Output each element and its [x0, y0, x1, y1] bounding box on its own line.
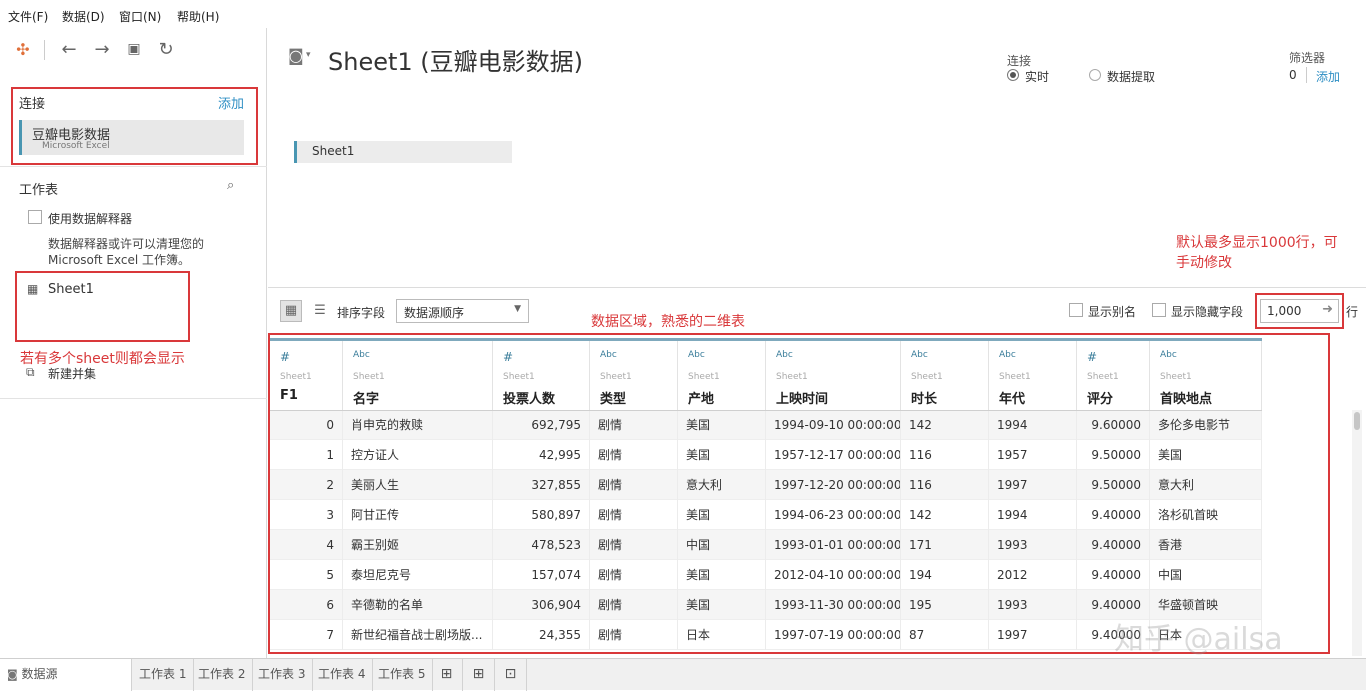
sort-value: 数据源顺序: [404, 306, 465, 320]
grid-view-icon[interactable]: ▦: [280, 300, 302, 322]
canvas-table-label: Sheet1: [312, 144, 355, 158]
connection-type: Microsoft Excel: [42, 141, 110, 151]
new-story-icon[interactable]: ⊡: [495, 659, 527, 691]
union-icon: ⧉: [26, 365, 35, 379]
new-dashboard-icon[interactable]: ⊞: [463, 659, 495, 691]
worksheet-title: 工作表: [19, 183, 59, 198]
annotation-box-grid: [268, 333, 1330, 654]
tab-sheet-2[interactable]: 工作表 2: [191, 659, 254, 691]
connection-mode-label: 连接: [1007, 54, 1032, 68]
show-hidden-checkbox[interactable]: [1152, 303, 1166, 317]
rows-unit: 行: [1346, 305, 1359, 319]
show-hidden-label: 显示隐藏字段: [1171, 305, 1244, 319]
interpreter-desc-1: 数据解释器或许可以清理您的: [48, 237, 205, 251]
table-icon: ▦: [27, 282, 39, 296]
canvas-table[interactable]: Sheet1: [294, 141, 512, 163]
watermark: 知乎 @ailsa: [1114, 622, 1283, 657]
connection-item[interactable]: 豆瓣电影数据 Microsoft Excel: [19, 120, 244, 155]
datasource-icon: ◙: [7, 668, 18, 681]
scrollbar-thumb[interactable]: [1354, 412, 1360, 430]
refresh-icon[interactable]: ↻: [155, 38, 177, 60]
annotation-rows-1: 默认最多显示1000行，可: [1176, 235, 1338, 251]
divider: [1306, 67, 1307, 83]
tab-sheet-4[interactable]: 工作表 4: [311, 659, 374, 691]
show-alias-label: 显示别名: [1088, 305, 1137, 319]
search-icon[interactable]: ⌕: [227, 178, 234, 193]
divider: [0, 398, 267, 399]
rows-input[interactable]: 1,000 ➜: [1260, 299, 1339, 323]
menu-data[interactable]: 数据(D): [62, 8, 105, 25]
divider: [0, 166, 267, 167]
add-connection-link[interactable]: 添加: [218, 93, 244, 112]
save-icon[interactable]: ▣: [123, 38, 145, 60]
menu-help[interactable]: 帮助(H): [177, 8, 219, 25]
rows-value: 1,000: [1267, 304, 1302, 318]
add-filter-link[interactable]: 添加: [1316, 68, 1340, 85]
redo-icon[interactable]: →: [91, 38, 113, 60]
tab-sheet-1[interactable]: 工作表 1: [131, 659, 195, 691]
filter-count: 0: [1289, 68, 1297, 82]
sort-label: 排序字段: [337, 306, 386, 320]
new-worksheet-icon[interactable]: ⊞: [431, 659, 463, 691]
arrow-right-icon[interactable]: ➜: [1322, 302, 1333, 317]
page-title: Sheet1 (豆瓣电影数据): [328, 48, 584, 76]
left-panel: ✣ ← → ▣ ↻ 连接 添加 豆瓣电影数据 Microsoft Excel 工…: [0, 28, 267, 658]
connections-title: 连接: [19, 97, 46, 112]
interpreter-desc-2: Microsoft Excel 工作簿。: [48, 253, 191, 267]
menu-window[interactable]: 窗口(N): [119, 8, 161, 25]
interpreter-label: 使用数据解释器: [48, 212, 133, 226]
sheet-item[interactable]: Sheet1: [48, 282, 94, 297]
menu-bar: 文件(F) 数据(D) 窗口(N) 帮助(H): [0, 0, 1366, 28]
divider: [268, 287, 1366, 288]
list-view-icon[interactable]: ☰: [311, 300, 329, 322]
annotation-sheets: 若有多个sheet则都会显示: [20, 351, 185, 367]
live-label: 实时: [1025, 70, 1050, 84]
sort-select[interactable]: 数据源顺序 ▼: [396, 299, 529, 323]
undo-icon[interactable]: ←: [58, 38, 80, 60]
tab-datasource-label: 数据源: [21, 667, 58, 681]
annotation-rows-2: 手动修改: [1176, 255, 1232, 271]
show-alias-checkbox[interactable]: [1069, 303, 1083, 317]
tab-sheet-5[interactable]: 工作表 5: [371, 659, 434, 691]
tableau-logo-icon[interactable]: ✣: [12, 38, 34, 60]
bottom-tab-bar: ◙ 数据源 工作表 1 工作表 2 工作表 3 工作表 4 工作表 5 ⊞ ⊞ …: [0, 658, 1366, 691]
menu-file[interactable]: 文件(F): [8, 8, 48, 25]
extract-label: 数据提取: [1107, 70, 1156, 84]
extract-radio[interactable]: [1089, 69, 1101, 81]
toolbar-divider: [44, 40, 45, 60]
datasource-icon[interactable]: ◙: [288, 46, 304, 65]
tab-sheet-3[interactable]: 工作表 3: [251, 659, 314, 691]
annotation-box-sheets: [15, 271, 190, 342]
scrollbar[interactable]: [1352, 410, 1362, 656]
live-radio[interactable]: [1007, 69, 1019, 81]
interpreter-checkbox[interactable]: [28, 210, 42, 224]
new-union-item[interactable]: 新建并集: [48, 365, 96, 382]
chevron-down-icon: ▼: [514, 304, 521, 314]
tab-datasource[interactable]: ◙ 数据源: [0, 659, 131, 691]
annotation-grid: 数据区域，熟悉的二维表: [591, 314, 745, 330]
chevron-down-icon[interactable]: ▾: [306, 50, 311, 60]
filter-label: 筛选器: [1289, 51, 1326, 65]
